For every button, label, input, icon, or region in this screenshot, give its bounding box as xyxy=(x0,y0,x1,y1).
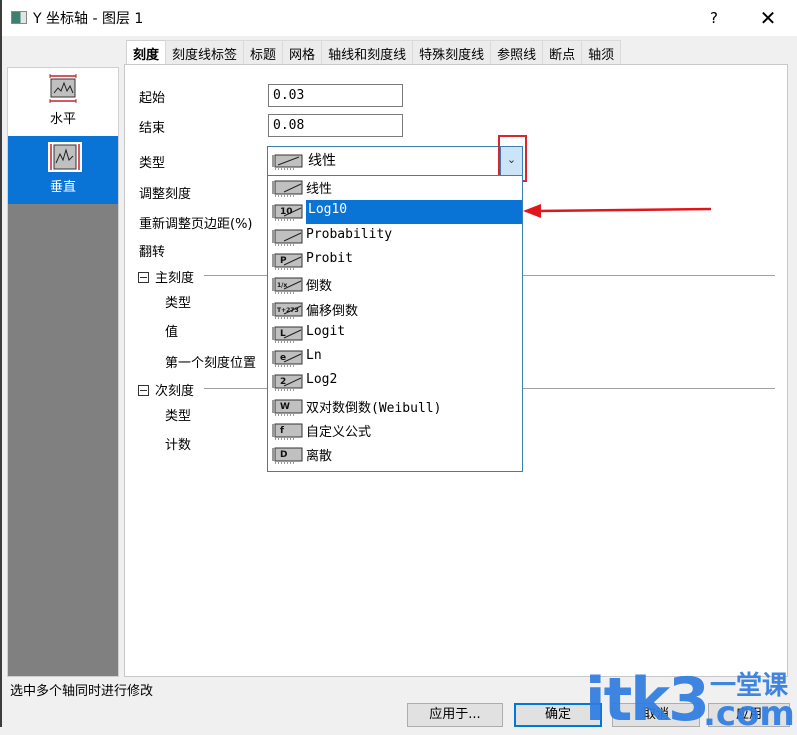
collapse-toggle-icon[interactable] xyxy=(138,272,149,283)
annotation-arrow xyxy=(523,204,712,218)
tab-reference-lines[interactable]: 参照线 xyxy=(490,40,544,64)
major-ticks-heading: 主刻度 xyxy=(155,271,195,286)
watermark: itk3 一堂课 .com xyxy=(585,670,795,731)
minor-ticks-heading: 次刻度 xyxy=(155,384,195,399)
scale-type-value: 线性 xyxy=(308,153,336,169)
minor-count-label: 计数 xyxy=(165,438,192,453)
first-tick-label: 第一个刻度位置 xyxy=(165,356,257,371)
svg-text:1/x: 1/x xyxy=(277,282,287,289)
scale-type-combobox[interactable]: 线性 ⌄ xyxy=(267,146,523,176)
svg-text:P: P xyxy=(280,256,287,266)
dropdown-option[interactable]: P Probit xyxy=(268,249,522,273)
svg-text:10: 10 xyxy=(280,207,293,217)
linear-scale-icon xyxy=(272,153,304,177)
svg-text:T+273: T+273 xyxy=(277,307,299,314)
watermark-main: itk3 xyxy=(585,665,710,735)
app-icon xyxy=(11,11,27,24)
dropdown-option[interactable]: T+273 偏移倒数 xyxy=(268,298,522,322)
dropdown-option-label: 自定义公式 xyxy=(306,425,372,440)
major-ticks-section: 主刻度 xyxy=(138,267,775,286)
collapse-toggle-icon[interactable] xyxy=(138,385,149,396)
dropdown-option[interactable]: 2 Log2 xyxy=(268,370,522,394)
rescale-margin-label: 重新调整页边距(%) xyxy=(139,217,253,232)
dropdown-option-label: Probability xyxy=(306,226,393,242)
dropdown-option-label: 倒数 xyxy=(306,279,333,295)
dropdown-option[interactable]: W 双对数倒数(Weibull) xyxy=(268,395,522,419)
tab-line-and-ticks[interactable]: 轴线和刻度线 xyxy=(321,40,414,64)
svg-text:D: D xyxy=(280,450,287,460)
svg-text:L: L xyxy=(280,329,286,339)
svg-text:f: f xyxy=(280,426,284,436)
tab-grid[interactable]: 网格 xyxy=(282,40,323,64)
discrete-scale-icon: D xyxy=(272,446,304,470)
axis-item-horizontal[interactable]: 水平 xyxy=(8,68,118,136)
scale-tab-panel: 起始 结束 类型 线性 ⌄ 调整刻度 重新调整页边距(%) 翻转 主刻度 类型 … xyxy=(124,64,788,677)
horizontal-axis-icon xyxy=(48,74,78,103)
tab-tick-labels[interactable]: 刻度线标签 xyxy=(165,40,245,64)
axis-selector-panel: 水平 垂直 xyxy=(7,67,119,677)
dropdown-option-label: 偏移倒数 xyxy=(306,303,359,319)
watermark-com: .com xyxy=(703,694,795,734)
minor-type-label: 类型 xyxy=(165,409,192,424)
vertical-axis-icon xyxy=(48,142,82,172)
dropdown-option[interactable]: 1/x 倒数 xyxy=(268,273,522,297)
type-label: 类型 xyxy=(139,156,166,171)
apply-to-button[interactable]: 应用于... xyxy=(407,703,503,727)
dropdown-option[interactable]: 10 Log10 xyxy=(268,200,522,225)
dropdown-option-label: Log2 xyxy=(306,372,338,388)
dropdown-option[interactable]: 线性 xyxy=(268,176,522,200)
dropdown-option-label: 线性 xyxy=(306,182,333,197)
dropdown-option-label: Probit xyxy=(306,250,353,266)
title-bar: Y 坐标轴 - 图层 1 ? ✕ xyxy=(2,0,797,36)
dropdown-option[interactable]: D 离散 xyxy=(268,443,522,467)
window-frame xyxy=(0,0,2,727)
dropdown-option-label: 双对数倒数(Weibull) xyxy=(306,400,442,416)
rescale-label: 调整刻度 xyxy=(139,187,192,202)
end-input[interactable] xyxy=(268,114,403,137)
major-value-label: 值 xyxy=(165,325,179,340)
tab-bar: 刻度 刻度线标签 标题 网格 轴线和刻度线 特殊刻度线 参照线 断点 轴须 xyxy=(126,40,622,66)
svg-text:W: W xyxy=(280,402,290,412)
start-input[interactable] xyxy=(268,84,403,107)
tab-rug[interactable]: 轴须 xyxy=(581,40,622,64)
tab-special-ticks[interactable]: 特殊刻度线 xyxy=(412,40,492,64)
tab-scale[interactable]: 刻度 xyxy=(126,40,167,66)
help-button[interactable]: ? xyxy=(701,6,727,30)
dropdown-option-label: Logit xyxy=(306,323,346,339)
status-text: 选中多个轴同时进行修改 xyxy=(10,684,154,699)
dropdown-option[interactable]: L Logit xyxy=(268,322,522,346)
svg-text:2: 2 xyxy=(280,377,286,387)
tab-title[interactable]: 标题 xyxy=(243,40,284,64)
axis-item-horizontal-label: 水平 xyxy=(49,112,76,127)
scale-type-dropdown-list: 线性 10 Log10 Probability P Probit 1/x 倒数 … xyxy=(267,175,523,472)
dropdown-option-label: Log10 xyxy=(306,200,522,225)
dropdown-option-label: 离散 xyxy=(306,449,333,465)
tab-breaks[interactable]: 断点 xyxy=(542,40,583,64)
axis-item-vertical-label: 垂直 xyxy=(49,180,76,195)
dropdown-option-label: Ln xyxy=(306,348,322,364)
major-type-label: 类型 xyxy=(165,296,192,311)
close-button[interactable]: ✕ xyxy=(751,4,785,32)
minor-ticks-section: 次刻度 xyxy=(138,380,775,399)
axis-item-vertical[interactable]: 垂直 xyxy=(8,136,118,204)
start-label: 起始 xyxy=(139,91,166,106)
reverse-label: 翻转 xyxy=(139,245,166,260)
dropdown-option[interactable]: f 自定义公式 xyxy=(268,419,522,443)
dropdown-option[interactable]: Probability xyxy=(268,225,522,249)
end-label: 结束 xyxy=(139,121,166,136)
svg-text:e: e xyxy=(280,353,286,363)
dropdown-option[interactable]: e Ln xyxy=(268,346,522,370)
window-title: Y 坐标轴 - 图层 1 xyxy=(33,11,144,27)
